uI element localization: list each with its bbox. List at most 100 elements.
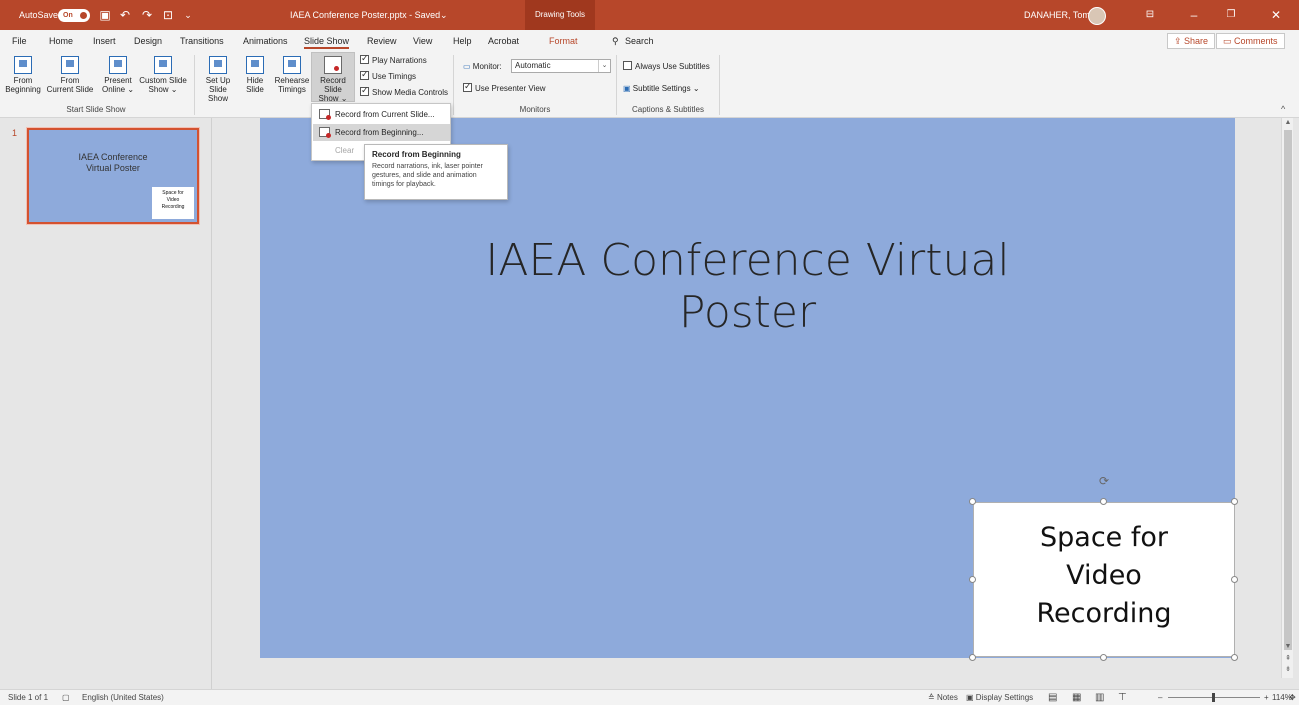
autosave-toggle[interactable]: On <box>58 9 90 22</box>
rotate-handle-icon[interactable]: ⟳ <box>1098 475 1110 487</box>
slide-show-icon[interactable]: ⊤ <box>1118 690 1127 705</box>
tab-file[interactable]: File <box>12 30 27 52</box>
tab-help[interactable]: Help <box>453 30 472 52</box>
always-subtitles-label: Always Use Subtitles <box>635 62 710 71</box>
from-beginning-button[interactable]: From Beginning <box>2 54 44 94</box>
slide-count: Slide 1 of 1 <box>8 693 49 702</box>
tab-acrobat[interactable]: Acrobat <box>488 30 519 52</box>
play-narrations-checkbox[interactable]: Play Narrations <box>360 53 427 66</box>
rehearse-timings-button[interactable]: Rehearse Timings <box>272 54 312 94</box>
present-icon[interactable]: ⊡ <box>161 8 175 22</box>
restore-icon[interactable]: ❐ <box>1217 0 1245 30</box>
zoom-out-icon[interactable]: – <box>1158 690 1162 705</box>
rehearse-label-1: Rehearse <box>274 76 310 85</box>
tab-review[interactable]: Review <box>367 30 397 52</box>
monitor-select[interactable]: Automatic ⌄ <box>511 59 611 73</box>
tab-insert[interactable]: Insert <box>93 30 116 52</box>
slide-title-line: Poster <box>678 287 817 338</box>
from-beginning-label-2: Beginning <box>5 85 41 94</box>
menu-record-from-beginning[interactable]: Record from Beginning... <box>313 124 450 141</box>
resize-handle[interactable] <box>1100 498 1107 505</box>
menu-item-label: Record from Current Slide... <box>335 110 435 119</box>
slide-thumbnail[interactable]: IAEA Conference Virtual Poster Space for… <box>27 128 199 224</box>
resize-handle[interactable] <box>1100 654 1107 661</box>
slide-sorter-icon[interactable]: ▦ <box>1072 690 1081 705</box>
minimize-icon[interactable]: – <box>1180 0 1208 30</box>
menu-record-from-current-slide[interactable]: Record from Current Slide... <box>313 106 450 123</box>
scrollbar-thumb[interactable] <box>1284 130 1292 650</box>
record-label-2: Show ⌄ <box>318 94 348 103</box>
checkbox-checked <box>360 53 369 64</box>
tab-view[interactable]: View <box>413 30 432 52</box>
search-icon[interactable]: ⚲ <box>612 30 619 52</box>
redo-icon[interactable]: ↷ <box>140 8 154 22</box>
zoom-in-icon[interactable]: + <box>1264 690 1269 705</box>
show-media-controls-checkbox[interactable]: Show Media Controls <box>360 85 448 98</box>
resize-handle[interactable] <box>969 498 976 505</box>
tab-animations[interactable]: Animations <box>243 30 288 52</box>
reading-view-icon[interactable]: ▥ <box>1095 690 1104 705</box>
scroll-up-icon[interactable]: ▲ <box>1282 118 1294 128</box>
slide-title[interactable]: IAEA Conference Virtual Poster <box>260 235 1235 339</box>
play-narrations-label: Play Narrations <box>372 56 427 65</box>
hide-slide-label-2: Slide <box>246 85 264 94</box>
notes-button[interactable]: ≙ Notes <box>928 690 958 705</box>
setup-label-2: Slide Show <box>207 85 228 103</box>
resize-handle[interactable] <box>1231 654 1238 661</box>
ribbon-display-icon[interactable]: ⊟ <box>1136 0 1164 30</box>
search-box[interactable]: Search <box>625 30 654 52</box>
resize-handle[interactable] <box>969 654 976 661</box>
from-current-slide-button[interactable]: From Current Slide <box>45 54 95 94</box>
close-icon[interactable]: ✕ <box>1262 0 1290 30</box>
tooltip: Record from Beginning Record narrations,… <box>364 144 508 200</box>
set-up-slide-show-button[interactable]: Set Up Slide Show <box>198 54 238 103</box>
thumbnail-box-line: Video <box>166 197 180 203</box>
scroll-down-icon[interactable]: ▼ <box>1282 642 1294 652</box>
share-button[interactable]: ⇪ Share <box>1167 33 1216 49</box>
presenter-view-checkbox[interactable]: Use Presenter View <box>463 81 546 94</box>
video-placeholder-box[interactable]: Space for Video Recording <box>973 502 1235 657</box>
customize-toolbar-icon[interactable]: ⌄ <box>181 8 195 22</box>
avatar[interactable] <box>1088 7 1106 25</box>
comment-icon: ▭ <box>1223 36 1235 46</box>
user-name[interactable]: DANAHER, Tom <box>1024 0 1090 30</box>
monitor-icon: ▭ <box>463 62 473 71</box>
resize-handle[interactable] <box>1231 576 1238 583</box>
vertical-scrollbar[interactable]: ▲ ▼ ⇞ ⇟ <box>1281 118 1293 678</box>
thumbnail-box-line: Space for <box>162 190 184 196</box>
custom-slide-show-button[interactable]: Custom Slide Show ⌄ <box>139 54 187 94</box>
zoom-slider-knob[interactable] <box>1212 693 1215 702</box>
slide-number: 1 <box>12 128 18 138</box>
always-use-subtitles-checkbox[interactable]: Always Use Subtitles <box>623 61 710 72</box>
undo-icon[interactable]: ↶ <box>118 8 132 22</box>
display-settings-button[interactable]: ▣ Display Settings <box>966 690 1033 705</box>
save-icon[interactable]: ▣ <box>98 8 112 22</box>
setup-label-1: Set Up <box>205 76 231 85</box>
resize-handle[interactable] <box>1231 498 1238 505</box>
title-caret[interactable]: ⌄ <box>440 0 448 30</box>
tab-transitions[interactable]: Transitions <box>180 30 224 52</box>
hide-slide-button[interactable]: Hide Slide <box>240 54 270 94</box>
group-separator <box>194 55 195 115</box>
drawing-tools-context: Drawing Tools <box>525 0 595 30</box>
tab-home[interactable]: Home <box>49 30 73 52</box>
previous-slide-icon[interactable]: ⇞ <box>1282 654 1294 664</box>
comments-button[interactable]: ▭ Comments <box>1216 33 1285 49</box>
comments-label: Comments <box>1234 36 1278 46</box>
language[interactable]: English (United States) <box>82 690 164 705</box>
tab-design[interactable]: Design <box>134 30 162 52</box>
monitor-label: Monitor: <box>472 62 502 71</box>
tab-slide-show[interactable]: Slide Show <box>304 30 350 52</box>
tab-format[interactable]: Format <box>549 30 578 52</box>
present-online-button[interactable]: Present Online ⌄ <box>98 54 138 94</box>
collapse-ribbon-icon[interactable]: ^ <box>1281 104 1285 114</box>
next-slide-icon[interactable]: ⇟ <box>1282 665 1294 675</box>
use-timings-checkbox[interactable]: Use Timings <box>360 69 416 82</box>
resize-handle[interactable] <box>969 576 976 583</box>
spellcheck-icon[interactable]: ▢ <box>62 690 70 705</box>
subtitle-settings-button[interactable]: ▣ Subtitle Settings ⌄ <box>623 83 700 94</box>
fit-slide-icon[interactable]: ✥ <box>1289 690 1296 705</box>
record-slide-show-button[interactable]: Record Slide Show ⌄ <box>311 52 355 103</box>
normal-view-icon[interactable]: ▤ <box>1048 690 1057 705</box>
subtitle-settings-label: Subtitle Settings ⌄ <box>632 84 700 93</box>
